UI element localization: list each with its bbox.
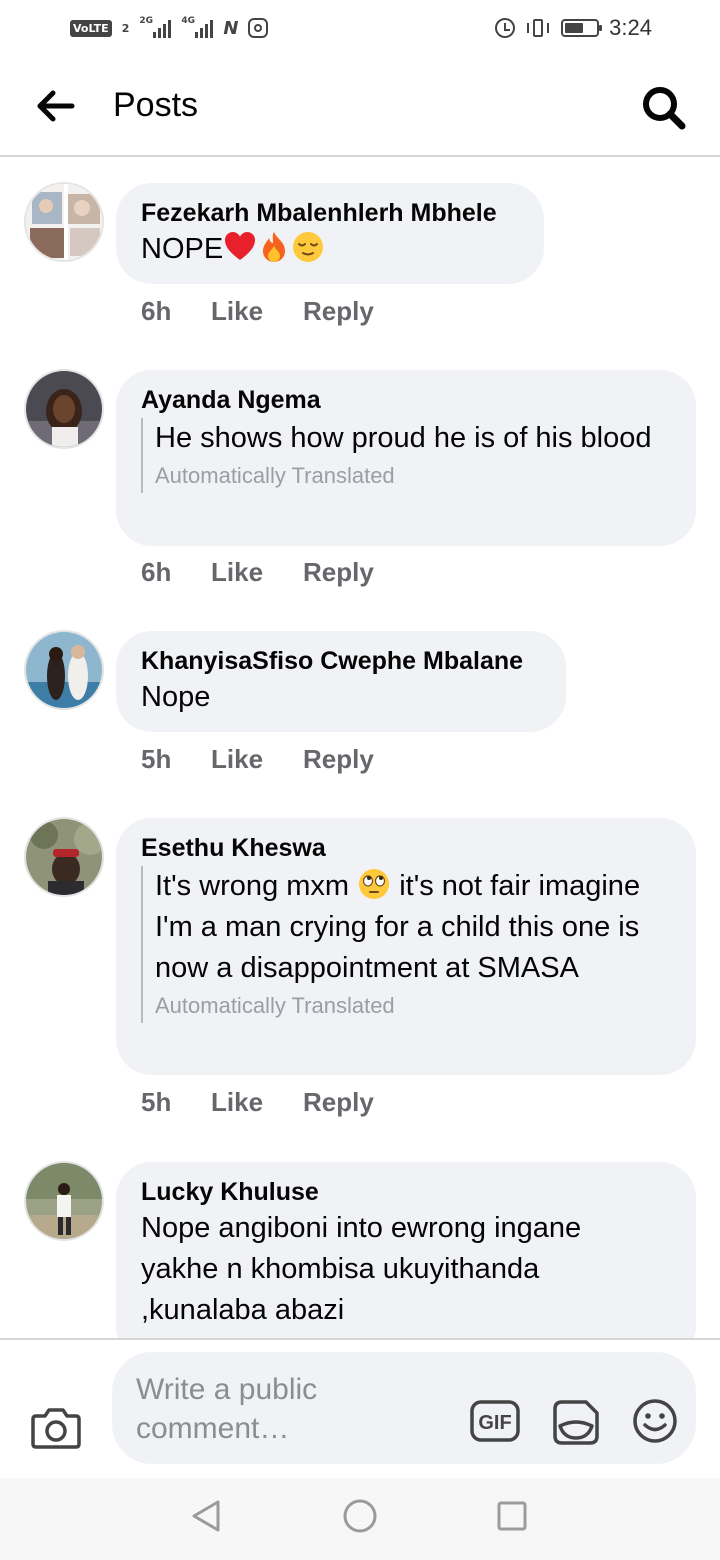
fire-icon [263,232,286,262]
nav-home-icon[interactable] [342,1498,378,1534]
like-button[interactable]: Like [211,1087,303,1118]
gif-label: GIF [478,1412,511,1434]
page-title: Posts [113,86,199,124]
status-left: VoLTE 2 2G 4G N [70,16,269,39]
sticker-icon[interactable] [552,1398,600,1446]
search-icon[interactable] [640,84,688,132]
comment-author[interactable]: Ayanda Ngema [141,384,672,416]
vibrate-icon [525,18,551,38]
comment-bubble[interactable]: Fezekarh Mbalenhlerh Mbhele NOPE [116,183,544,284]
reply-button[interactable]: Reply [303,744,374,775]
comment-bubble[interactable]: KhanyisaSfiso Cwephe Mbalane Nope [116,631,566,732]
comment-text: Nope angiboni into ewrong ingane yakhe n… [141,1212,582,1326]
alarm-icon [495,18,516,38]
comment-author[interactable]: Fezekarh Mbalenhlerh Mbhele [141,197,520,229]
comment-bubble[interactable]: Esethu Kheswa It's wrong mxm it's not fa… [116,818,696,1075]
comment-composer: Write a public comment… GIF [0,1338,720,1478]
avatar[interactable] [24,369,104,449]
avatar[interactable] [24,1161,104,1241]
comment-author[interactable]: Lucky Khuluse [141,1176,672,1208]
reply-button[interactable]: Reply [303,557,374,588]
relieved-face-icon [293,232,324,262]
like-button[interactable]: Like [211,296,303,327]
comment-author[interactable]: Esethu Kheswa [141,832,672,864]
auto-translated-label[interactable]: Automatically Translated [155,459,672,493]
comment-text: He shows how proud he is of his blood [155,422,652,454]
back-arrow-icon[interactable] [36,90,76,122]
avatar[interactable] [24,182,104,262]
comment-bubble[interactable]: Ayanda Ngema He shows how proud he is of… [116,370,696,546]
emoji-icon[interactable] [632,1398,678,1444]
comment-time[interactable]: 5h [141,1087,211,1118]
status-bar: VoLTE 2 2G 4G N 3:24 [0,0,720,56]
volte-badge: VoLTE [70,19,112,37]
eye-roll-icon [359,869,390,899]
nav-recents-icon[interactable] [496,1500,528,1532]
comment-time[interactable]: 6h [141,557,211,588]
comment-time[interactable]: 6h [141,296,211,327]
gif-button[interactable]: GIF [470,1400,520,1442]
avatar[interactable] [24,630,104,710]
comment-input-placeholder: Write a public comment… [136,1373,318,1445]
instagram-icon [248,18,269,38]
comment-text: NOPE [141,229,520,270]
reply-button[interactable]: Reply [303,1087,374,1118]
top-app-bar: Posts [0,56,720,157]
avatar[interactable] [24,817,104,897]
comment-text: It's wrong mxm it's not fair imagine I'm… [155,866,672,989]
auto-translated-label[interactable]: Automatically Translated [155,989,672,1023]
like-button[interactable]: Like [211,744,303,775]
nfc-n-icon: N [223,17,239,39]
translated-block: It's wrong mxm it's not fair imagine I'm… [141,866,672,1023]
comment-input[interactable]: Write a public comment… GIF [112,1352,696,1464]
signal-icon-sim1: 2G [139,16,172,38]
comment-meta: 5h Like Reply [141,744,374,775]
comment-text: Nope [141,681,211,713]
translated-block: He shows how proud he is of his blood Au… [141,418,672,493]
comment-meta: 5h Like Reply [141,1087,374,1118]
like-button[interactable]: Like [211,557,303,588]
red-heart-icon [225,232,256,260]
reply-button[interactable]: Reply [303,296,374,327]
nav-back-icon[interactable] [188,1498,224,1534]
system-nav-bar [0,1478,720,1560]
status-time: 3:24 [609,15,652,40]
comment-meta: 6h Like Reply [141,557,374,588]
comment-time[interactable]: 5h [141,744,211,775]
comments-list: Fezekarh Mbalenhlerh Mbhele NOPE 6h Like… [0,158,720,1338]
comment-meta: 6h Like Reply [141,296,374,327]
camera-icon[interactable] [30,1404,82,1450]
battery-icon [561,19,603,37]
status-right: 3:24 [495,15,652,41]
comment-bubble[interactable]: Lucky Khuluse Nope angiboni into ewrong … [116,1162,696,1338]
signal-icon-sim2: 4G [181,16,214,38]
sim-number: 2 [121,21,130,35]
comment-author[interactable]: KhanyisaSfiso Cwephe Mbalane [141,645,542,677]
